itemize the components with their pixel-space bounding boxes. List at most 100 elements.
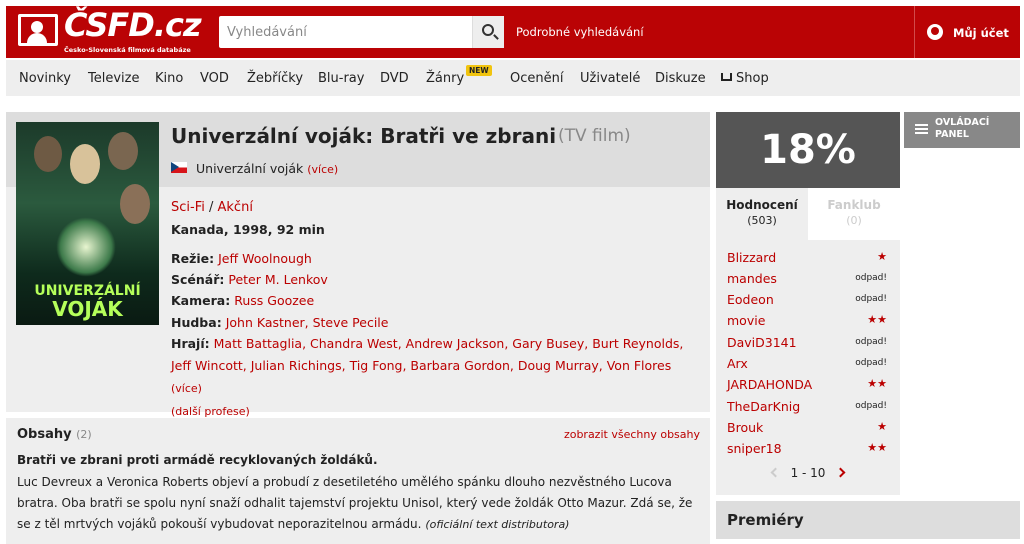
- nav-diskuze[interactable]: Diskuze: [655, 71, 706, 86]
- genres: Sci-Fi / Akční: [171, 200, 253, 215]
- crew-role: Režie:: [171, 251, 215, 266]
- premiery-heading[interactable]: Premiéry: [716, 501, 1020, 539]
- poster-title-line: UNIVERZÁLNÍ: [34, 283, 141, 299]
- rating-stars: ★: [877, 250, 887, 263]
- tab-label: Hodnocení: [726, 198, 798, 212]
- show-all-plots-link[interactable]: zobrazit všechny obsahy: [564, 428, 700, 441]
- list-item: Blizzard ★: [727, 250, 893, 270]
- crew-name-link[interactable]: John Kastner, Steve Pecile: [226, 315, 389, 330]
- user-link[interactable]: DaviD3141: [727, 335, 797, 350]
- user-link[interactable]: Arx: [727, 356, 748, 371]
- poster-figure: [108, 132, 138, 170]
- list-item: sniper18 ★★: [727, 441, 893, 461]
- tab-fanklub[interactable]: Fanklub (0): [808, 188, 900, 240]
- crew-name-link[interactable]: Jeff Woolnough: [218, 251, 312, 266]
- list-item: Arx odpad!: [727, 356, 893, 376]
- poster-figure: [120, 184, 150, 224]
- film-reel-icon: [18, 14, 58, 46]
- panel-label: PANEL: [935, 129, 969, 140]
- plot-box: Obsahy (2) zobrazit všechny obsahy Bratř…: [6, 418, 710, 544]
- plot-heading: Obsahy (2): [17, 427, 92, 442]
- plot-lead: Bratři ve zbrani proti armádě recyklovan…: [17, 453, 378, 467]
- crew-music: Hudba: John Kastner, Steve Pecile: [171, 315, 388, 330]
- nav-kino[interactable]: Kino: [155, 71, 183, 86]
- film-info-box: UNIVERZÁLNÍ VOJÁK Univerzální voják: Brat…: [6, 112, 710, 418]
- user-link[interactable]: TheDarKnig: [727, 399, 800, 414]
- tab-count: (503): [747, 214, 777, 227]
- poster-title-line: VOJÁK: [52, 297, 123, 321]
- user-link[interactable]: Eodeon: [727, 292, 774, 307]
- account-button[interactable]: Můj účet: [914, 6, 1020, 58]
- alt-name: Univerzální voják (více): [196, 161, 338, 176]
- poster-figure: [34, 136, 62, 172]
- cart-icon: [721, 73, 732, 81]
- genre-link[interactable]: Sci-Fi: [171, 200, 205, 215]
- list-item: Eodeon odpad!: [727, 292, 893, 312]
- crew-role: Kamera:: [171, 293, 231, 308]
- genre-separator: /: [204, 200, 218, 215]
- nav-novinky[interactable]: Novinky: [19, 71, 71, 86]
- crew-writing: Scénář: Peter M. Lenkov: [171, 272, 328, 287]
- plot-source: (oficiální text distributora): [425, 518, 570, 531]
- crew-cast: Hrají: Matt Battaglia, Chandra West, And…: [171, 333, 701, 423]
- cast-more-link[interactable]: (více): [171, 382, 202, 395]
- crew-name-link[interactable]: Russ Goozee: [234, 293, 314, 308]
- plot-count: (2): [76, 428, 92, 441]
- nav-bluray[interactable]: Blu-ray: [318, 71, 364, 86]
- alt-name-text: Univerzální voják: [196, 161, 304, 176]
- nav-oceneni[interactable]: Ocenění: [510, 71, 563, 86]
- crew-role: Hrají:: [171, 336, 210, 351]
- control-panel-button[interactable]: OVLÁDACÍ PANEL: [904, 112, 1020, 148]
- crew-name-link[interactable]: Peter M. Lenkov: [228, 272, 327, 287]
- chevron-right-icon[interactable]: [835, 467, 846, 478]
- czech-flag-icon: [171, 162, 187, 173]
- user-link[interactable]: Brouk: [727, 420, 763, 435]
- rating-text: odpad!: [855, 401, 887, 411]
- rating-stars: ★★: [867, 377, 887, 390]
- film-poster[interactable]: UNIVERZÁLNÍ VOJÁK: [16, 122, 159, 325]
- user-link[interactable]: mandes: [727, 271, 777, 286]
- nav-uzivatele[interactable]: Uživatelé: [580, 71, 640, 86]
- nav-televize[interactable]: Televize: [88, 71, 139, 86]
- list-item: TheDarKnig odpad!: [727, 399, 893, 419]
- rating-average: 18%: [716, 112, 900, 188]
- search-box: [219, 16, 504, 48]
- genre-link[interactable]: Akční: [218, 200, 253, 215]
- site-header: ČSFD.cz Česko-Slovenská filmová databáze…: [6, 6, 1020, 58]
- rating-text: odpad!: [855, 294, 887, 304]
- list-item: DaviD3141 odpad!: [727, 335, 893, 355]
- rating-text: odpad!: [855, 358, 887, 368]
- crew-camera: Kamera: Russ Goozee: [171, 293, 314, 308]
- nav-dvd[interactable]: DVD: [380, 71, 409, 86]
- film-title: Univerzální voják: Bratři ve zbrani: [171, 124, 557, 148]
- crew-directing: Režie: Jeff Woolnough: [171, 251, 312, 266]
- logo-text: ČSFD.cz: [64, 6, 202, 44]
- user-link[interactable]: sniper18: [727, 441, 782, 456]
- nav-zanry[interactable]: Žánry: [426, 71, 464, 86]
- rating-stars: ★★: [867, 313, 887, 326]
- cast-names-link[interactable]: Matt Battaglia, Chandra West, Andrew Jac…: [171, 336, 683, 373]
- alt-names-more-link[interactable]: (více): [307, 163, 338, 176]
- plot-heading-text: Obsahy: [17, 427, 72, 442]
- user-link[interactable]: movie: [727, 313, 765, 328]
- nav-shop[interactable]: Shop: [721, 71, 769, 86]
- nav-vod[interactable]: VOD: [200, 71, 229, 86]
- tab-hodnoceni[interactable]: Hodnocení (503): [716, 188, 808, 240]
- user-icon: [927, 24, 943, 40]
- crew-role: Scénář:: [171, 272, 225, 287]
- tab-label: Fanklub: [827, 198, 881, 212]
- pager-range: 1 - 10: [790, 466, 826, 480]
- menu-icon: [915, 124, 928, 134]
- more-professions-link[interactable]: (další profese): [171, 405, 250, 418]
- nav-zebricky[interactable]: Žebříčky: [247, 71, 303, 86]
- search-input[interactable]: [219, 16, 469, 48]
- user-link[interactable]: JARDAHONDA: [727, 377, 812, 392]
- new-badge: NEW: [466, 65, 492, 76]
- main-nav: Novinky Televize Kino VOD Žebříčky Blu-r…: [6, 60, 1020, 96]
- csfd-logo[interactable]: ČSFD.cz Česko-Slovenská filmová databáze: [16, 6, 202, 54]
- search-button[interactable]: [472, 16, 504, 48]
- user-link[interactable]: Blizzard: [727, 250, 776, 265]
- chevron-left-icon: [770, 467, 781, 478]
- advanced-search-link[interactable]: Podrobné vyhledávání: [516, 25, 644, 39]
- panel-label: OVLÁDACÍ: [935, 117, 990, 128]
